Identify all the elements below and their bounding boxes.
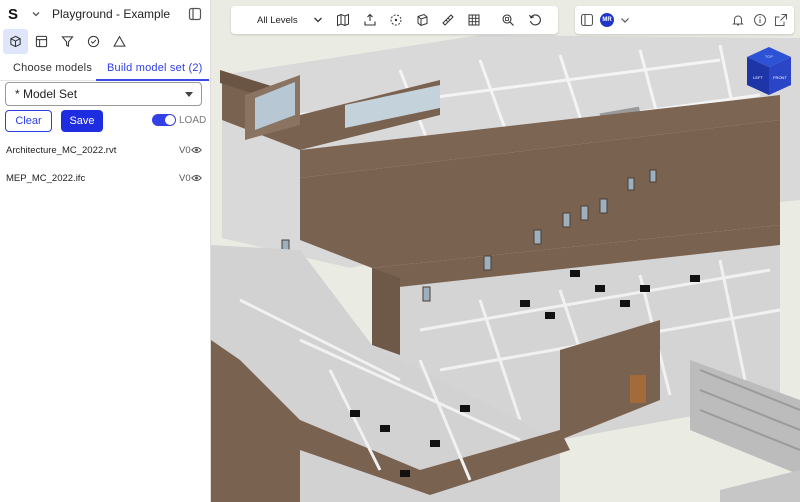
issues-tool-button[interactable] bbox=[107, 29, 132, 54]
save-button[interactable]: Save bbox=[61, 110, 103, 132]
tab-choose-models[interactable]: Choose models bbox=[13, 62, 92, 74]
bell-icon[interactable] bbox=[731, 13, 745, 27]
model-panel: S Playground - Example Choose models Bui… bbox=[0, 0, 211, 502]
avatar[interactable]: MR bbox=[600, 13, 614, 27]
layout-tool-button[interactable] bbox=[29, 29, 54, 54]
active-tab-indicator bbox=[96, 79, 209, 81]
tool-icon-row bbox=[0, 28, 210, 54]
grid-icon[interactable] bbox=[467, 13, 481, 27]
models-tool-button[interactable] bbox=[3, 28, 28, 54]
caret-down-icon bbox=[185, 92, 193, 97]
cube-face-left: LEFT bbox=[753, 75, 763, 80]
target-icon[interactable] bbox=[389, 13, 403, 27]
cube-face-front: FRONT bbox=[773, 75, 787, 80]
model-item-version: V0 bbox=[179, 145, 191, 156]
eye-icon[interactable] bbox=[191, 146, 202, 154]
panel-header: S Playground - Example bbox=[0, 0, 210, 28]
load-toggle-label: LOAD bbox=[179, 115, 207, 126]
map-icon[interactable] bbox=[336, 13, 350, 27]
model-tabs: Choose models Build model set (2) bbox=[0, 58, 210, 84]
info-icon[interactable] bbox=[753, 13, 767, 27]
model-set-value: * Model Set bbox=[15, 87, 78, 101]
chevron-down-icon[interactable] bbox=[311, 13, 325, 27]
toggle-knob bbox=[165, 115, 175, 125]
app-logo[interactable]: S bbox=[8, 6, 22, 23]
sidebar-toggle-icon[interactable] bbox=[580, 13, 594, 27]
user-bar: MR bbox=[575, 6, 794, 34]
section-box-icon[interactable] bbox=[415, 13, 429, 27]
cube-face-top: TOP bbox=[765, 54, 773, 59]
view-cube[interactable]: TOP LEFT FRONT bbox=[745, 45, 793, 97]
tab-build-model-set[interactable]: Build model set (2) bbox=[107, 62, 203, 74]
viewer-toolbar: All Levels bbox=[231, 6, 558, 34]
zoom-extents-icon[interactable] bbox=[501, 13, 515, 27]
eye-icon[interactable] bbox=[191, 174, 202, 182]
load-toggle[interactable] bbox=[152, 114, 176, 126]
check-circle-icon bbox=[87, 35, 100, 47]
chevron-down-icon[interactable] bbox=[30, 8, 42, 20]
levels-dropdown[interactable]: All Levels bbox=[257, 15, 298, 26]
project-title[interactable]: Playground - Example bbox=[52, 7, 170, 21]
reset-view-icon[interactable] bbox=[528, 13, 542, 27]
chevron-down-icon[interactable] bbox=[618, 13, 632, 27]
cube-icon bbox=[10, 35, 21, 47]
layout-icon bbox=[35, 35, 48, 47]
model-item-name[interactable]: Architecture_MC_2022.rvt bbox=[6, 145, 116, 156]
triangle-icon bbox=[113, 35, 126, 47]
share-icon[interactable] bbox=[774, 13, 788, 27]
model-item-name[interactable]: MEP_MC_2022.ifc bbox=[6, 173, 85, 184]
sidebar-toggle-icon[interactable] bbox=[188, 7, 202, 21]
3d-viewport[interactable]: TOP LEFT FRONT bbox=[211, 0, 800, 502]
check-tool-button[interactable] bbox=[81, 29, 106, 54]
upload-icon[interactable] bbox=[363, 13, 377, 27]
filter-tool-button[interactable] bbox=[55, 29, 80, 54]
building-model-render[interactable] bbox=[211, 0, 800, 502]
ruler-icon[interactable] bbox=[441, 13, 455, 27]
filter-icon bbox=[61, 35, 74, 47]
model-set-select[interactable]: * Model Set bbox=[5, 82, 202, 106]
clear-button[interactable]: Clear bbox=[5, 110, 52, 132]
model-item-version: V0 bbox=[179, 173, 191, 184]
